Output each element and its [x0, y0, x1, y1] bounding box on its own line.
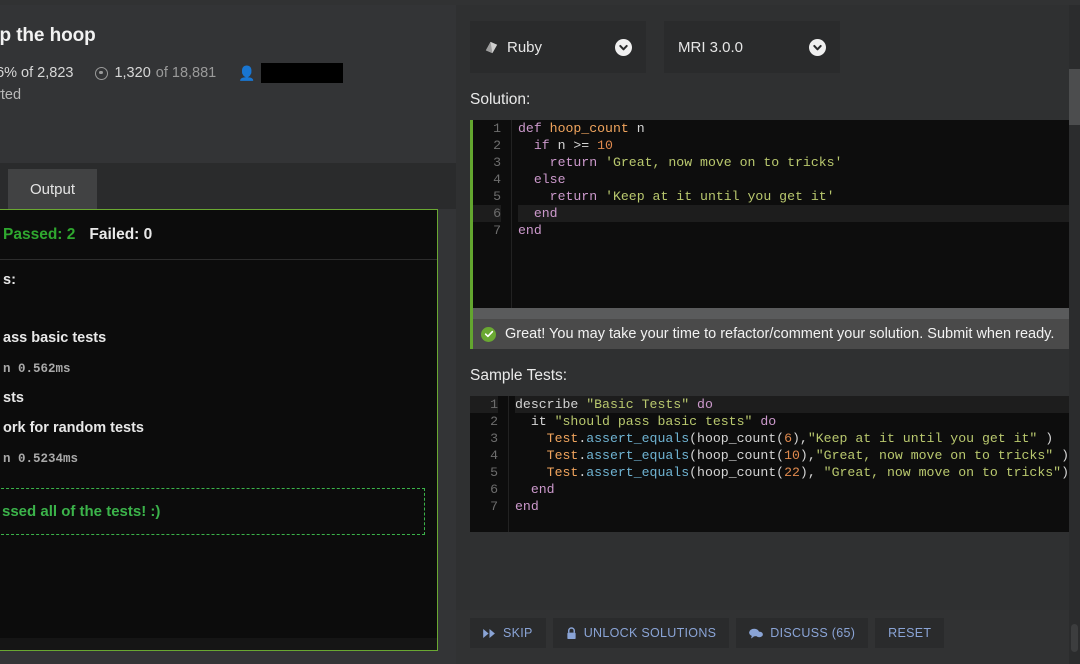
lock-icon — [566, 626, 577, 640]
kata-stats: 86% of 2,823 1,320 of 18,881 👤 — [0, 63, 456, 83]
solution-gutter: 1 2 3 4 5 6 7 — [473, 120, 511, 308]
console-line: ork for random tests — [3, 420, 144, 436]
left-panel: up the hoop 86% of 2,823 1,320 of 18,881… — [0, 5, 456, 664]
page-title: up the hoop — [0, 25, 96, 46]
codewars-kata-trainer: up the hoop 86% of 2,823 1,320 of 18,881… — [0, 0, 1080, 664]
code-line: describe "Basic Tests" do — [515, 396, 1080, 413]
line-number: 5 — [493, 189, 501, 204]
code-line: Test.assert_equals(hoop_count(10),"Great… — [546, 448, 1069, 463]
kata-header: up the hoop 86% of 2,823 1,320 of 18,881… — [0, 5, 456, 103]
code-line: return 'Keep at it until you get it' — [549, 189, 835, 204]
line-number: 6 — [473, 205, 501, 222]
chevron-down-icon[interactable] — [615, 38, 632, 56]
submit-hint-banner: Great! You may take your time to refacto… — [470, 319, 1080, 349]
line-number: 4 — [493, 172, 501, 187]
console-body: s: ass basic tests n 0.562ms sts ork for… — [0, 260, 437, 535]
action-buttons: SKIP UNLOCK SOLUTIONS DISCUSS (65) RESET — [470, 618, 951, 648]
line-number: 7 — [490, 499, 498, 514]
sample-tests-code[interactable]: 1 2 3 4 5 6 7 describe "Basic Tests" do … — [470, 396, 1080, 532]
discuss-button-label: DISCUSS (65) — [770, 626, 856, 640]
satisfaction-stat: 1,320 of 18,881 — [95, 65, 216, 81]
code-line: end — [518, 223, 542, 238]
language-version: MRI 3.0.0 — [678, 38, 744, 56]
submit-hint-text: Great! You may take your time to refacto… — [505, 326, 1055, 342]
redacted-author-name — [260, 63, 343, 83]
line-number: 7 — [493, 223, 501, 238]
unlock-solutions-button[interactable]: UNLOCK SOLUTIONS — [552, 618, 730, 648]
line-number: 3 — [490, 431, 498, 446]
solution-code-lines[interactable]: def hoop_count n if n >= 10 return 'Grea… — [511, 120, 1080, 308]
line-number: 5 — [490, 465, 498, 480]
solution-label: Solution: — [470, 91, 531, 108]
discuss-button[interactable]: DISCUSS (65) — [736, 618, 869, 648]
check-circle-icon — [481, 326, 496, 342]
code-line: return 'Great, now move on to tricks' — [549, 155, 843, 170]
right-panel: Ruby MRI 3.0.0 Solution: 1 2 3 4 5 6 7 d… — [456, 5, 1080, 664]
reset-button[interactable]: RESET — [875, 618, 945, 648]
line-number: 3 — [493, 155, 501, 170]
passed-count: Passed: 2 — [3, 225, 76, 243]
sample-tests-gutter: 1 2 3 4 5 6 7 — [470, 396, 508, 532]
tab-output[interactable]: Output — [8, 169, 98, 209]
sample-tests-label: Sample Tests: — [470, 367, 568, 384]
satisfaction-count: 1,320 — [114, 65, 151, 81]
all-tests-passed-banner: ssed all of the tests! :) — [0, 488, 425, 535]
skip-button[interactable]: SKIP — [470, 618, 546, 648]
test-summary: Passed: 2 Failed: 0 — [0, 210, 437, 260]
console-line: s: — [3, 272, 16, 288]
solution-code[interactable]: 1 2 3 4 5 6 7 def hoop_count n if n >= 1… — [473, 120, 1080, 308]
code-line: end — [518, 205, 1080, 222]
language-select[interactable]: Ruby — [470, 21, 646, 73]
console-line: ass basic tests — [3, 330, 107, 346]
page-scrollbar-thumb[interactable] — [1069, 69, 1080, 125]
sample-tests-code-lines[interactable]: describe "Basic Tests" do it "should pas… — [508, 396, 1080, 532]
console-line-spacer — [3, 288, 431, 312]
author-stat: 👤 — [238, 63, 343, 83]
output-console: Passed: 2 Failed: 0 s: ass basic tests n… — [0, 209, 438, 651]
console-line: sts — [3, 390, 24, 406]
inner-scrollbar-thumb[interactable] — [1071, 624, 1078, 652]
line-number: 1 — [470, 396, 498, 413]
target-icon — [95, 66, 109, 80]
line-number: 4 — [490, 448, 498, 463]
line-number: 6 — [490, 482, 498, 497]
code-line: it "should pass basic tests" do — [515, 414, 777, 429]
code-line: end — [530, 482, 555, 497]
failed-count: Failed: 0 — [89, 225, 153, 243]
kata-subline: orted — [0, 87, 22, 103]
code-line: def hoop_count n — [518, 121, 645, 136]
line-number: 2 — [493, 138, 501, 153]
satisfaction-total: of 18,881 — [155, 65, 217, 81]
skip-button-label: SKIP — [503, 626, 533, 640]
completion-stat: 86% of 2,823 — [0, 65, 73, 81]
unlock-solutions-label: UNLOCK SOLUTIONS — [583, 626, 717, 640]
chevron-down-icon[interactable] — [809, 38, 826, 56]
ruby-icon — [484, 40, 499, 55]
sample-tests-editor[interactable]: 1 2 3 4 5 6 7 describe "Basic Tests" do … — [470, 396, 1080, 532]
fast-forward-icon — [483, 628, 496, 638]
language-name: Ruby — [507, 38, 543, 56]
language-version-select[interactable]: MRI 3.0.0 — [664, 21, 840, 73]
completion-percent: 86% of 2,823 — [0, 65, 74, 81]
code-line: end — [515, 499, 539, 514]
reset-button-label: RESET — [888, 626, 932, 640]
code-line: Test.assert_equals(hoop_count(6),"Keep a… — [546, 431, 1054, 446]
console-line-time: n 0.5234ms — [3, 452, 79, 466]
line-number: 2 — [490, 414, 498, 429]
console-line-time: n 0.562ms — [3, 362, 71, 376]
code-line: if n >= 10 — [533, 138, 613, 153]
language-selectors: Ruby MRI 3.0.0 — [456, 5, 1080, 73]
solution-editor[interactable]: 1 2 3 4 5 6 7 def hoop_count n if n >= 1… — [470, 120, 1080, 319]
code-line: else — [533, 172, 566, 187]
user-icon: 👤 — [238, 65, 256, 81]
line-number: 1 — [493, 121, 501, 136]
solution-horizontal-scrollbar[interactable] — [473, 308, 1080, 319]
console-horizontal-scrollbar[interactable] — [0, 638, 437, 650]
comment-icon — [749, 628, 764, 639]
output-tabs: Output — [0, 163, 456, 209]
code-line: Test.assert_equals(hoop_count(22), "Grea… — [546, 465, 1070, 480]
